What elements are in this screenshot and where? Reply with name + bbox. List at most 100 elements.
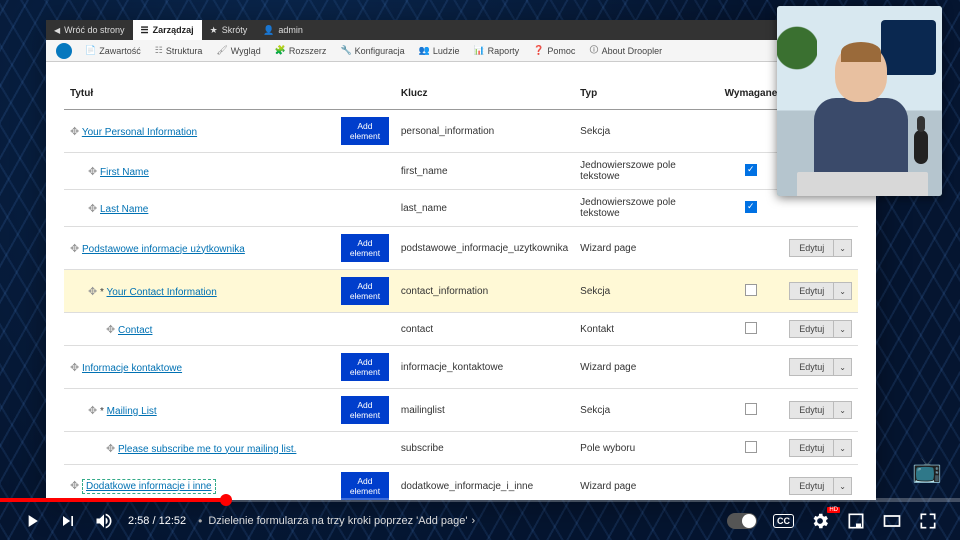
menu-about[interactable]: 🛈About Droopler: [582, 43, 669, 59]
menu-people[interactable]: 👥Ludzie: [412, 45, 467, 56]
people-icon: 👥: [419, 45, 430, 56]
admin-user[interactable]: 👤admin: [255, 20, 311, 40]
add-element-button[interactable]: Add element: [341, 277, 389, 305]
brush-icon: 🖌: [216, 45, 227, 56]
checkbox-checked[interactable]: [745, 201, 757, 213]
edit-button[interactable]: Edytuj: [789, 401, 834, 419]
hamburger-icon: ☰: [141, 25, 149, 36]
checkbox[interactable]: [745, 403, 757, 415]
menu-config[interactable]: 🔧Konfiguracja: [333, 45, 411, 56]
required-cell: [719, 389, 784, 432]
element-link[interactable]: Podstawowe informacje użytkownika: [82, 244, 245, 255]
element-link[interactable]: Your Contact Information: [107, 287, 217, 298]
type-cell: Sekcja: [574, 270, 718, 313]
edit-button[interactable]: Edytuj: [789, 239, 834, 257]
file-icon: 📄: [85, 45, 96, 56]
key-cell: last_name: [395, 190, 574, 227]
add-element-button[interactable]: Add element: [341, 396, 389, 424]
required-cell: [719, 270, 784, 313]
element-link[interactable]: Dodatkowe informacje i inne: [86, 481, 212, 492]
key-cell: podstawowe_informacje_uzytkownika: [395, 227, 574, 270]
captions-button[interactable]: CC: [765, 514, 802, 528]
checkbox[interactable]: [745, 441, 757, 453]
back-icon: ◀: [54, 26, 60, 35]
col-type: Typ: [574, 78, 718, 110]
autoplay-toggle[interactable]: [719, 513, 765, 529]
shortcuts-tab[interactable]: ★Skróty: [202, 20, 256, 40]
table-row: ✥ Last Name last_nameJednowierszowe pole …: [64, 190, 858, 227]
col-title: Tytuł: [64, 78, 395, 110]
menu-help[interactable]: ❓Pomoc: [526, 45, 582, 56]
key-cell: first_name: [395, 153, 574, 190]
theater-button[interactable]: [874, 511, 910, 531]
manage-tab[interactable]: ☰Zarządzaj: [133, 20, 202, 40]
fullscreen-button[interactable]: [910, 511, 946, 531]
menu-appearance[interactable]: 🖌Wygląd: [209, 45, 267, 56]
add-element-button[interactable]: Add element: [341, 353, 389, 381]
drag-handle-icon[interactable]: ✥: [88, 165, 97, 178]
volume-button[interactable]: [86, 511, 122, 531]
drag-handle-icon[interactable]: ✥: [88, 285, 97, 298]
drag-handle-icon[interactable]: ✥: [70, 242, 79, 255]
edit-button[interactable]: Edytuj: [789, 320, 834, 338]
drag-handle-icon[interactable]: ✥: [70, 361, 79, 374]
watch-later-icon[interactable]: 📺: [912, 456, 942, 485]
edit-dropdown[interactable]: ⌄: [834, 439, 852, 457]
drupal-logo-icon[interactable]: [56, 43, 72, 59]
edit-dropdown[interactable]: ⌄: [834, 320, 852, 338]
edit-dropdown[interactable]: ⌄: [834, 282, 852, 300]
table-row: ✥ Please subscribe me to your mailing li…: [64, 432, 858, 465]
edit-button[interactable]: Edytuj: [789, 439, 834, 457]
menu-extend[interactable]: 🧩Rozszerz: [268, 45, 334, 56]
menu-content[interactable]: 📄Zawartość: [78, 45, 148, 56]
checkbox-checked[interactable]: [745, 164, 757, 176]
user-icon: 👤: [263, 25, 274, 36]
add-element-button[interactable]: Add element: [341, 234, 389, 262]
checkbox[interactable]: [745, 322, 757, 334]
element-link[interactable]: Mailing List: [107, 406, 157, 417]
element-link[interactable]: Informacje kontaktowe: [82, 363, 182, 374]
edit-dropdown[interactable]: ⌄: [834, 239, 852, 257]
elements-table: Tytuł Klucz Typ Wymagane O ✥ Your Person…: [64, 78, 858, 500]
edit-dropdown[interactable]: ⌄: [834, 477, 852, 495]
edit-dropdown[interactable]: ⌄: [834, 401, 852, 419]
settings-button[interactable]: HD: [802, 511, 838, 531]
table-row: ✥ Informacje kontaktoweAdd elementinform…: [64, 346, 858, 389]
add-element-button[interactable]: Add element: [341, 117, 389, 145]
element-link[interactable]: Contact: [118, 325, 152, 336]
hd-badge: HD: [827, 507, 840, 513]
drag-handle-icon[interactable]: ✥: [88, 202, 97, 215]
drag-handle-icon[interactable]: ✥: [106, 442, 115, 455]
key-cell: contact: [395, 313, 574, 346]
puzzle-icon: 🧩: [275, 45, 286, 56]
menu-reports[interactable]: 📊Raporty: [466, 45, 526, 56]
type-cell: Wizard page: [574, 227, 718, 270]
menu-structure[interactable]: ☷Struktura: [148, 45, 210, 56]
back-to-site[interactable]: ◀Wróć do strony: [46, 20, 133, 40]
checkbox[interactable]: [745, 284, 757, 296]
drag-handle-icon[interactable]: ✥: [70, 125, 79, 138]
edit-button[interactable]: Edytuj: [789, 477, 834, 495]
edit-dropdown[interactable]: ⌄: [834, 358, 852, 376]
next-button[interactable]: [50, 511, 86, 531]
miniplayer-button[interactable]: [838, 511, 874, 531]
element-link[interactable]: Please subscribe me to your mailing list…: [118, 444, 296, 455]
tree-icon: ☷: [155, 45, 163, 56]
drag-handle-icon[interactable]: ✥: [70, 479, 79, 492]
drag-handle-icon[interactable]: ✥: [88, 404, 97, 417]
edit-button[interactable]: Edytuj: [789, 358, 834, 376]
element-link[interactable]: Your Personal Information: [82, 127, 197, 138]
play-button[interactable]: [14, 511, 50, 531]
type-cell: Jednowierszowe pole tekstowe: [574, 190, 718, 227]
element-link[interactable]: Last Name: [100, 204, 148, 215]
drag-handle-icon[interactable]: ✥: [106, 323, 115, 336]
chapter-title[interactable]: Dzielenie formularza na trzy kroki poprz…: [208, 515, 475, 527]
info-icon: 🛈: [589, 43, 598, 59]
edit-button[interactable]: Edytuj: [789, 282, 834, 300]
required-cell: [719, 346, 784, 389]
type-cell: Sekcja: [574, 110, 718, 153]
add-element-button[interactable]: Add element: [341, 472, 389, 500]
element-link[interactable]: First Name: [100, 167, 149, 178]
required-cell: [719, 190, 784, 227]
player-controls: 2:58 / 12:52 • Dzielenie formularza na t…: [0, 502, 960, 540]
